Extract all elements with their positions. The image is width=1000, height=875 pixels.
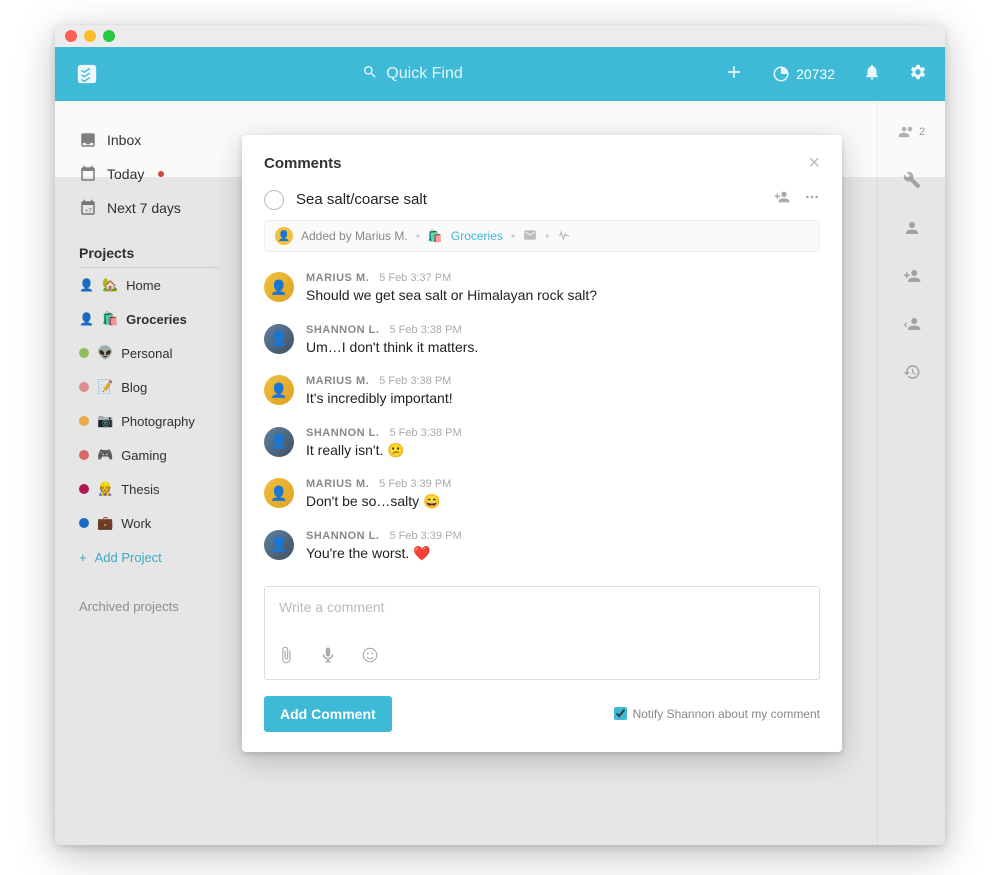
- header-actions: 20732: [724, 62, 927, 87]
- titlebar: [55, 25, 945, 47]
- comment-avatar: 👤: [264, 478, 294, 508]
- comment-avatar: 👤: [264, 375, 294, 405]
- maximize-window-button[interactable]: [103, 30, 115, 42]
- added-by-label: Added by Marius M.: [301, 229, 408, 243]
- comment-author: SHANNON L.: [306, 530, 379, 542]
- comment-text: Should we get sea salt or Himalayan rock…: [306, 286, 820, 306]
- project-tag[interactable]: Groceries: [451, 229, 503, 243]
- comment-text: You're the worst. ❤️: [306, 544, 820, 564]
- email-icon[interactable]: [523, 228, 537, 245]
- sidebar-item-label: Inbox: [107, 132, 141, 148]
- close-window-button[interactable]: [65, 30, 77, 42]
- close-icon[interactable]: ×: [808, 153, 820, 173]
- meta-separator: •: [416, 229, 420, 243]
- search-placeholder: Quick Find: [386, 65, 462, 83]
- comment-text: It's incredibly important!: [306, 389, 820, 409]
- comment-timestamp: 5 Feb 3:38 PM: [379, 375, 451, 387]
- minimize-window-button[interactable]: [84, 30, 96, 42]
- emoji-icon[interactable]: [361, 646, 379, 669]
- modal-header: Comments ×: [264, 153, 820, 173]
- task-checkbox[interactable]: [264, 190, 284, 210]
- add-task-icon[interactable]: [724, 62, 744, 87]
- comment-text: Don't be so…salty 😄: [306, 492, 820, 512]
- comment-avatar: 👤: [264, 324, 294, 354]
- comment-row: 👤 MARIUS M. 5 Feb 3:37 PM Should we get …: [264, 266, 820, 318]
- comment-row: 👤 SHANNON L. 5 Feb 3:38 PM It really isn…: [264, 421, 820, 473]
- attachment-icon[interactable]: [277, 646, 295, 669]
- comment-timestamp: 5 Feb 3:39 PM: [379, 478, 451, 490]
- task-row: Sea salt/coarse salt: [264, 189, 820, 210]
- assign-person-icon[interactable]: [774, 189, 790, 210]
- comment-row: 👤 SHANNON L. 5 Feb 3:38 PM Um…I don't th…: [264, 318, 820, 370]
- task-title: Sea salt/coarse salt: [296, 191, 762, 208]
- collab-count: 2: [919, 126, 925, 138]
- task-meta: 👤 Added by Marius M. • 🛍️ Groceries • •: [264, 220, 820, 252]
- comment-timestamp: 5 Feb 3:38 PM: [389, 324, 461, 336]
- comment-author: SHANNON L.: [306, 427, 379, 439]
- comment-body: MARIUS M. 5 Feb 3:38 PM It's incredibly …: [306, 375, 820, 409]
- settings-icon[interactable]: [909, 63, 927, 86]
- comment-body: MARIUS M. 5 Feb 3:39 PM Don't be so…salt…: [306, 478, 820, 512]
- add-comment-button[interactable]: Add Comment: [264, 696, 392, 732]
- comment-body: SHANNON L. 5 Feb 3:38 PM It really isn't…: [306, 427, 820, 461]
- notifications-icon[interactable]: [863, 63, 881, 86]
- modal-title: Comments: [264, 155, 342, 172]
- comment-author: MARIUS M.: [306, 375, 369, 387]
- search-icon: [362, 64, 378, 85]
- search-bar[interactable]: Quick Find: [101, 64, 724, 85]
- comment-editor: [264, 586, 820, 680]
- comment-body: SHANNON L. 5 Feb 3:39 PM You're the wors…: [306, 530, 820, 564]
- comment-body: MARIUS M. 5 Feb 3:37 PM Should we get se…: [306, 272, 820, 306]
- modal-footer: Add Comment Notify Shannon about my comm…: [264, 696, 820, 732]
- meta-separator: •: [511, 229, 515, 243]
- task-actions: [774, 189, 820, 210]
- app-header: Quick Find 20732: [55, 47, 945, 101]
- comment-author: MARIUS M.: [306, 272, 369, 284]
- comment-row: 👤 MARIUS M. 5 Feb 3:38 PM It's incredibl…: [264, 369, 820, 421]
- comments-list: 👤 MARIUS M. 5 Feb 3:37 PM Should we get …: [264, 266, 820, 576]
- comments-modal: Comments × Sea salt/coarse salt 👤 Added …: [242, 135, 842, 752]
- comment-body: SHANNON L. 5 Feb 3:38 PM Um…I don't thin…: [306, 324, 820, 358]
- notify-checkbox-row[interactable]: Notify Shannon about my comment: [614, 707, 820, 721]
- karma-points: 20732: [796, 66, 835, 82]
- meta-separator: •: [545, 229, 549, 243]
- more-icon[interactable]: [804, 189, 820, 210]
- collaborators-icon[interactable]: 2: [898, 123, 925, 141]
- comment-author: SHANNON L.: [306, 324, 379, 336]
- comment-row: 👤 SHANNON L. 5 Feb 3:39 PM You're the wo…: [264, 524, 820, 576]
- comment-author: MARIUS M.: [306, 478, 369, 490]
- tag-emoji: 🛍️: [428, 229, 443, 243]
- comment-input[interactable]: [265, 587, 819, 633]
- comment-avatar: 👤: [264, 427, 294, 457]
- meta-avatar: 👤: [275, 227, 293, 245]
- comment-avatar: 👤: [264, 272, 294, 302]
- microphone-icon[interactable]: [319, 646, 337, 669]
- activity-small-icon[interactable]: [557, 228, 571, 245]
- karma-indicator[interactable]: 20732: [772, 65, 835, 83]
- comment-row: 👤 MARIUS M. 5 Feb 3:39 PM Don't be so…sa…: [264, 472, 820, 524]
- comment-timestamp: 5 Feb 3:39 PM: [389, 530, 461, 542]
- comment-timestamp: 5 Feb 3:37 PM: [379, 272, 451, 284]
- comment-text: It really isn't. 😕: [306, 441, 820, 461]
- notify-checkbox[interactable]: [614, 707, 627, 720]
- comment-avatar: 👤: [264, 530, 294, 560]
- editor-toolbar: [265, 638, 819, 679]
- notify-label: Notify Shannon about my comment: [633, 707, 820, 721]
- app-logo-icon[interactable]: [73, 60, 101, 88]
- comment-text: Um…I don't think it matters.: [306, 338, 820, 358]
- app-window: Quick Find 20732 Inbox: [55, 25, 945, 845]
- comment-timestamp: 5 Feb 3:38 PM: [389, 427, 461, 439]
